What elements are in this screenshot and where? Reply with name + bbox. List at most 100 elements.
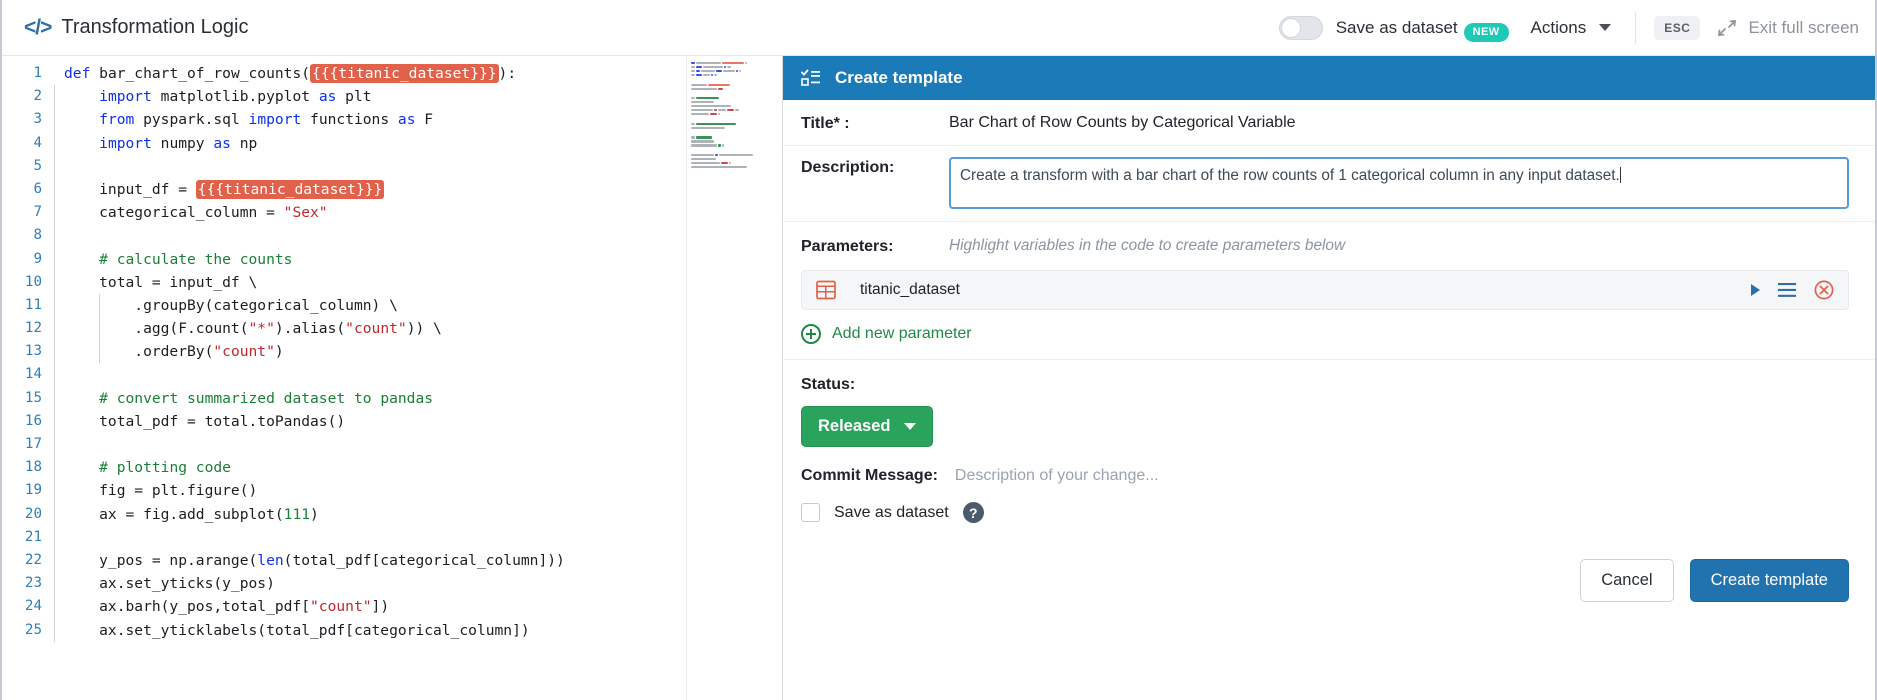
code-line[interactable]: 22 y_pos = np.arange(len(total_pdf[categ… — [2, 548, 782, 573]
commit-message-row: Commit Message: Description of your chan… — [801, 467, 1849, 485]
indent-guide — [54, 177, 55, 202]
minimap-token — [696, 73, 702, 77]
line-number: 18 — [24, 459, 42, 476]
minimap-token — [736, 69, 738, 73]
status-dropdown[interactable]: Released — [801, 406, 934, 447]
code-line[interactable]: 21 — [2, 525, 782, 549]
indent-guide — [54, 85, 55, 109]
code-line[interactable]: 17 — [2, 433, 782, 457]
esc-key-badge: ESC — [1654, 15, 1701, 40]
status-section: Status: Released Commit Message: Descrip… — [783, 360, 1875, 523]
code-line[interactable]: 14 — [2, 363, 782, 387]
create-template-form: Title* : Bar Chart of Row Counts by Cate… — [783, 100, 1875, 700]
indent-guide — [54, 525, 55, 549]
indent-guide — [54, 317, 55, 341]
help-icon[interactable]: ? — [962, 502, 984, 523]
line-number: 20 — [24, 505, 42, 522]
create-template-header: Create template — [783, 56, 1875, 100]
app-header: </> Transformation Logic Save as dataset… — [2, 0, 1875, 56]
table-icon — [816, 280, 836, 300]
minimap-token — [691, 140, 714, 143]
editor-minimap[interactable] — [686, 56, 782, 700]
code-line[interactable]: 9 # calculate the counts — [2, 247, 782, 271]
exit-fullscreen-icon — [1718, 19, 1737, 36]
code-token: {{{titanic_dataset}}} — [195, 179, 385, 199]
actions-menu-button[interactable]: Actions — [1531, 18, 1612, 38]
minimap-line — [691, 136, 776, 139]
code-line[interactable]: 12 .agg(F.count("*").alias("count")) \ — [2, 317, 782, 341]
code-token: ]) — [371, 598, 390, 616]
minimap-line — [691, 101, 776, 104]
exit-full-screen-button[interactable]: Exit full screen — [1716, 18, 1859, 38]
code-line[interactable]: 7 categorical_column = "Sex" — [2, 201, 782, 225]
code-token: fig = plt.figure() — [64, 482, 258, 500]
code-token: .groupBy(categorical_column) \ — [64, 296, 398, 314]
code-line[interactable]: 4 import numpy as np — [2, 131, 782, 155]
minimap-token — [696, 122, 736, 125]
delete-circle-icon[interactable] — [1814, 280, 1834, 300]
parameter-actions — [1751, 280, 1834, 300]
code-line[interactable]: 23 ax.set_yticks(y_pos) — [2, 572, 782, 596]
code-line[interactable]: 6 input_df = {{{titanic_dataset}}} — [2, 177, 782, 202]
list-lines-icon[interactable] — [1778, 283, 1796, 297]
code-line[interactable]: 16 total_pdf = total.toPandas() — [2, 409, 782, 433]
minimap-token — [691, 126, 725, 129]
code-line[interactable]: 20 ax = fig.add_subplot(111) — [2, 502, 782, 526]
minimap-token — [691, 161, 720, 165]
code-line[interactable]: 19 fig = plt.figure() — [2, 479, 782, 503]
minimap-token — [718, 144, 721, 147]
code-line[interactable]: 3 from pyspark.sql import functions as F — [2, 108, 782, 132]
minimap-line — [691, 148, 776, 152]
code-line[interactable]: 25 ax.set_yticklabels(total_pdf[categori… — [2, 618, 782, 642]
code-line[interactable]: 11 .groupBy(categorical_column) \ — [2, 293, 782, 318]
create-template-button[interactable]: Create template — [1689, 559, 1849, 602]
code-line[interactable]: 8 — [2, 224, 782, 248]
minimap-token — [723, 69, 735, 73]
code-line[interactable]: 5 — [2, 154, 782, 178]
parameters-row: Parameters: Highlight variables in the c… — [783, 222, 1875, 360]
code-line[interactable]: 15 # convert summarized dataset to panda… — [2, 386, 782, 410]
parameters-hint: Highlight variables in the code to creat… — [949, 237, 1346, 254]
indent-guide — [54, 456, 55, 480]
template-list-icon — [801, 69, 820, 86]
minimap-token — [729, 161, 731, 165]
minimap-token — [691, 109, 713, 112]
code-line[interactable]: 1 def bar_chart_of_row_counts({{{titanic_… — [2, 62, 782, 85]
line-number: 12 — [24, 320, 42, 337]
commit-message-input[interactable]: Description of your change... — [955, 467, 1159, 485]
code-line[interactable]: 10 total = input_df \ — [2, 270, 782, 294]
code-line[interactable]: 13 .orderBy("count") — [2, 340, 782, 364]
indent-guide — [54, 224, 55, 248]
title-value[interactable]: Bar Chart of Row Counts by Categorical V… — [949, 114, 1296, 132]
code-token: "*" — [248, 320, 275, 338]
cancel-button[interactable]: Cancel — [1580, 559, 1674, 602]
minimap-token — [691, 105, 731, 108]
triangle-right-icon[interactable] — [1751, 284, 1760, 296]
minimap-token — [718, 113, 720, 116]
minimap-line — [691, 83, 776, 86]
code-line[interactable]: 24 ax.barh(y_pos,total_pdf["count"]) — [2, 595, 782, 619]
indent-guide — [54, 293, 55, 318]
code-token: ) — [310, 505, 319, 523]
code-text: input_df = {{{titanic_dataset}}} — [54, 177, 385, 202]
code-editor[interactable]: 1 def bar_chart_of_row_counts({{{titanic_… — [2, 56, 783, 700]
minimap-token — [691, 83, 707, 86]
code-line[interactable]: 2 import matplotlib.pyplot as plt — [2, 85, 782, 109]
line-number: 5 — [33, 157, 42, 174]
code-token: y_pos = np.arange( — [64, 551, 258, 569]
code-line[interactable]: 18 # plotting code — [2, 456, 782, 480]
parameter-item[interactable]: titanic_dataset — [801, 270, 1849, 310]
save-as-dataset-toggle[interactable] — [1278, 15, 1323, 40]
code-text: .orderBy("count") — [54, 340, 284, 364]
description-label: Description: — [801, 159, 895, 176]
minimap-line — [691, 161, 776, 165]
indent-guide — [54, 386, 55, 410]
add-new-parameter-button[interactable]: Add new parameter — [801, 310, 1849, 359]
description-input[interactable]: Create a transform with a bar chart of t… — [949, 157, 1849, 209]
title-label: Title* : — [801, 114, 850, 132]
code-brackets-icon: </> — [24, 15, 52, 39]
save-as-dataset-checkbox[interactable] — [801, 503, 820, 522]
code-lines[interactable]: 1 def bar_chart_of_row_counts({{{titanic_… — [2, 56, 782, 642]
code-text: ax = fig.add_subplot(111) — [54, 502, 319, 526]
